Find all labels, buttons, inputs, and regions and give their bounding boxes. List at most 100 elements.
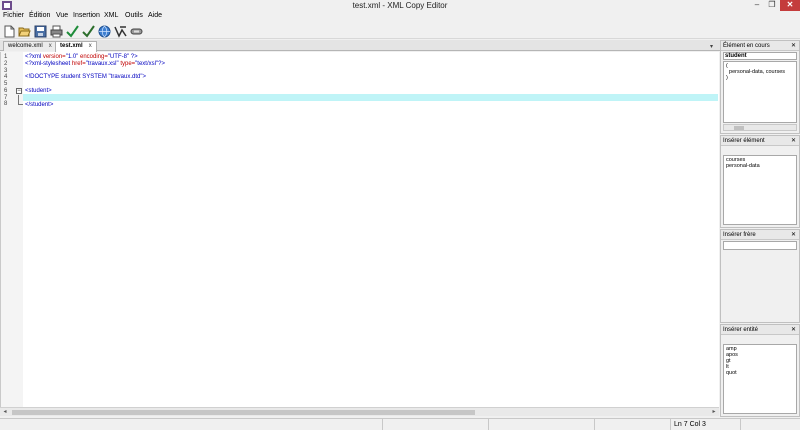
title-bar: test.xml - XML Copy Editor – ❐ ✕ xyxy=(0,0,800,11)
minimize-button[interactable]: – xyxy=(750,0,764,11)
pane-close-icon[interactable]: ✕ xyxy=(791,41,796,51)
current-element-field[interactable]: student xyxy=(723,52,797,60)
menu-outils[interactable]: Outils xyxy=(125,12,143,19)
current-element-content: ( personal-data, courses ) xyxy=(723,61,797,123)
maximize-button[interactable]: ❐ xyxy=(765,0,779,11)
editor-horizontal-scrollbar[interactable]: ◂ ▸ xyxy=(0,407,719,416)
menu-fichier[interactable]: Fichier xyxy=(3,12,24,19)
content-line: ) xyxy=(726,75,728,81)
attr-name: version= xyxy=(42,54,66,60)
save-icon[interactable] xyxy=(34,25,47,38)
tab-label: welcome.xml xyxy=(8,43,43,49)
menu-insertion[interactable]: Insertion xyxy=(73,12,100,19)
tab-label: test.xml xyxy=(60,43,83,49)
status-divider xyxy=(382,419,383,430)
insert-entity-pane: Insérer entité ✕ amp apos gt lt quot xyxy=(720,324,800,417)
current-line-highlight xyxy=(23,94,718,101)
new-document-icon[interactable] xyxy=(3,25,16,38)
attr-name: href= xyxy=(71,61,86,67)
pane-header: Insérer élément ✕ xyxy=(721,136,799,146)
list-item[interactable]: quot xyxy=(726,370,794,376)
tab-test[interactable]: test.xml x xyxy=(55,41,97,52)
attr-value: "text/xsl" xyxy=(135,61,159,67)
line-number: 5 xyxy=(4,81,8,87)
content-line: personal-data, courses xyxy=(726,69,786,75)
attr-name: type= xyxy=(120,61,136,67)
window-title: test.xml - XML Copy Editor xyxy=(352,1,448,10)
toolbar xyxy=(0,23,800,39)
pane-close-icon[interactable]: ✕ xyxy=(791,325,796,335)
pane-header: Insérer frère ✕ xyxy=(721,230,799,240)
tag-open: <student> xyxy=(25,88,52,94)
menu-vue[interactable]: Vue xyxy=(56,12,68,19)
insert-sibling-field[interactable] xyxy=(723,241,797,250)
check-well-formed-icon[interactable] xyxy=(66,25,79,38)
pane-close-icon[interactable]: ✕ xyxy=(791,136,796,146)
status-divider xyxy=(488,419,489,430)
menu-edition[interactable]: Édition xyxy=(29,12,50,19)
pi-open: <?xml xyxy=(25,54,43,60)
insert-entity-list: amp apos gt lt quot xyxy=(723,344,797,414)
line-number: 2 xyxy=(4,61,8,67)
pane-header: Élément en cours ✕ xyxy=(721,41,799,51)
cursor-position: Ln 7 Col 3 xyxy=(674,421,706,428)
code-line-1: <?xml version="1.0" encoding="UTF-8" ?> xyxy=(25,54,138,61)
xpath-icon[interactable] xyxy=(114,25,127,38)
pane-title: Insérer entité xyxy=(723,327,759,333)
menu-xml[interactable]: XML xyxy=(104,12,118,19)
status-divider xyxy=(740,419,741,430)
validate-icon[interactable] xyxy=(82,25,95,38)
pane-close-icon[interactable]: ✕ xyxy=(791,230,796,240)
doctype-text: <!DOCTYPE student SYSTEM "travaux.dtd"> xyxy=(25,74,146,80)
fold-end xyxy=(18,104,23,105)
line-number: 1 xyxy=(4,54,8,60)
tab-close-icon[interactable]: x xyxy=(49,43,52,49)
open-folder-icon[interactable] xyxy=(18,25,31,38)
pi-close: ?> xyxy=(158,61,165,67)
tab-close-icon[interactable]: x xyxy=(89,43,92,49)
attr-value: "1.0" xyxy=(65,54,80,60)
attr-name: encoding= xyxy=(79,54,108,60)
insert-sibling-pane: Insérer frère ✕ xyxy=(720,229,800,323)
attr-value: "travaux.xsl" xyxy=(85,61,121,67)
tab-dropdown-icon[interactable]: ▾ xyxy=(710,43,713,50)
scrollbar-thumb[interactable] xyxy=(12,410,475,415)
status-divider xyxy=(594,419,595,430)
tag-close: </student> xyxy=(25,102,54,108)
pane-title: Insérer frère xyxy=(723,232,756,238)
pane-title: Élément en cours xyxy=(723,43,770,49)
scroll-right-icon[interactable]: ▸ xyxy=(709,408,719,417)
code-line-6: <student> xyxy=(25,88,52,95)
scrollbar-thumb[interactable] xyxy=(734,126,744,130)
insert-element-pane: Insérer élément ✕ courses personal-data xyxy=(720,135,800,228)
status-bar: Ln 7 Col 3 xyxy=(0,418,800,430)
document-tab-strip: welcome.xml x test.xml x xyxy=(0,40,720,52)
attr-value: "UTF-8" xyxy=(107,54,131,60)
list-item[interactable]: personal-data xyxy=(726,163,794,169)
close-button[interactable]: ✕ xyxy=(780,0,800,11)
pane-scrollbar[interactable] xyxy=(723,124,797,131)
code-line-8: </student> xyxy=(25,102,53,109)
code-line-4: <!DOCTYPE student SYSTEM "travaux.dtd"> xyxy=(25,74,146,81)
menu-bar: Fichier Édition Vue Insertion XML Outils… xyxy=(0,12,800,22)
tab-welcome[interactable]: welcome.xml x xyxy=(3,41,57,51)
pi-open: <?xml-stylesheet xyxy=(25,61,72,67)
menu-aide[interactable]: Aide xyxy=(148,12,162,19)
code-editor[interactable]: 1 2 3 4 5 6 7 8 − <?xml version="1.0" en… xyxy=(0,52,719,408)
line-number: 4 xyxy=(4,74,8,80)
pi-close: ?> xyxy=(130,54,138,60)
line-number: 6 xyxy=(4,88,8,94)
status-divider xyxy=(670,419,671,430)
pane-header: Insérer entité ✕ xyxy=(721,325,799,335)
code-line-2: <?xml-stylesheet href="travaux.xsl" type… xyxy=(25,61,165,68)
line-number-gutter: 1 2 3 4 5 6 7 8 − xyxy=(1,52,23,408)
line-number: 8 xyxy=(4,101,8,107)
current-element-pane: Élément en cours ✕ student ( personal-da… xyxy=(720,40,800,134)
pane-title: Insérer élément xyxy=(723,138,765,144)
scroll-left-icon[interactable]: ◂ xyxy=(0,408,10,417)
link-icon[interactable] xyxy=(130,25,143,38)
print-icon[interactable] xyxy=(50,25,63,38)
fold-toggle-icon[interactable]: − xyxy=(16,88,22,94)
browser-globe-icon[interactable] xyxy=(98,25,111,38)
insert-element-list: courses personal-data xyxy=(723,155,797,225)
